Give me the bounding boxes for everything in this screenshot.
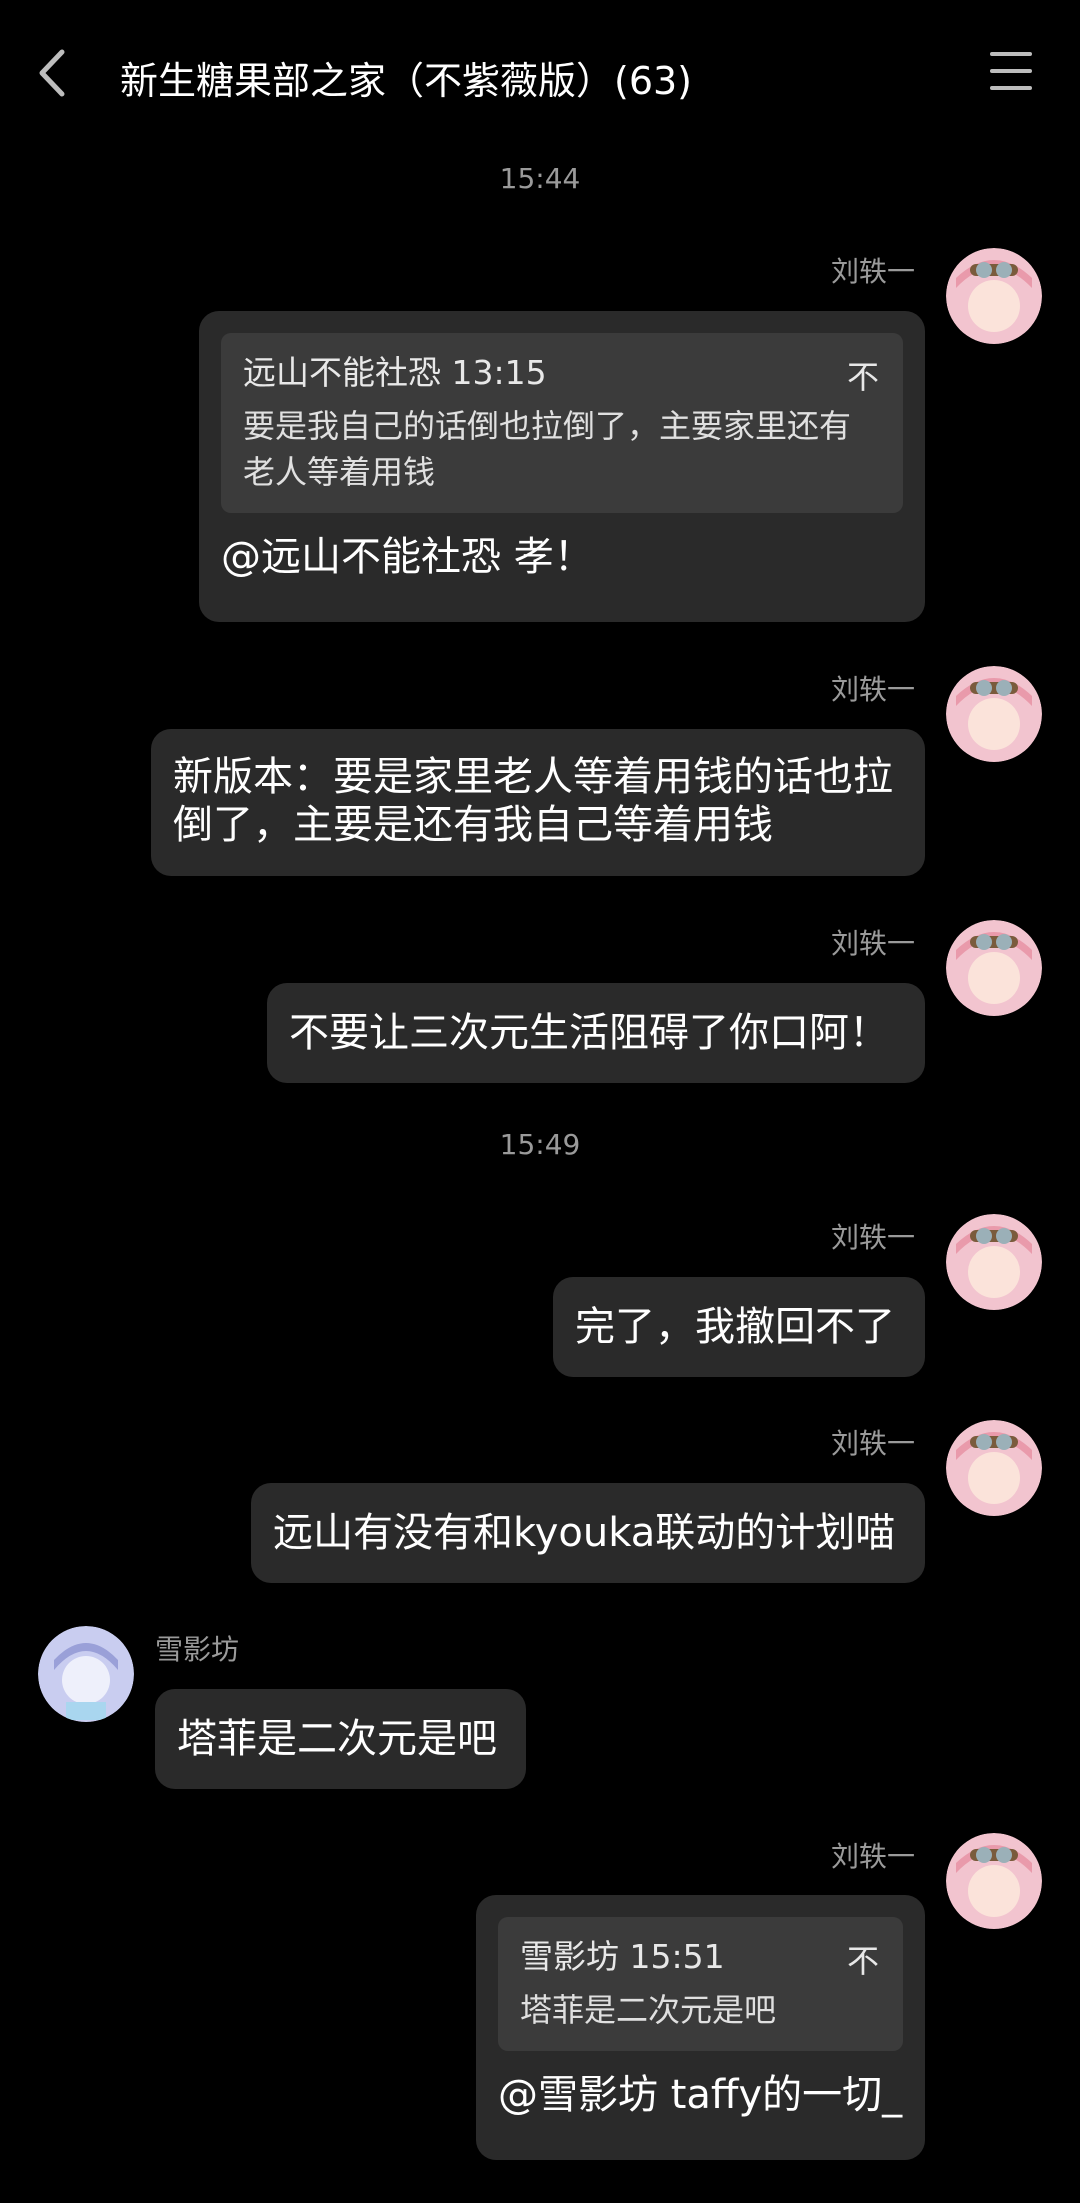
avatar[interactable] <box>946 1420 1042 1516</box>
message-bubble[interactable]: 不要让三次元生活阻碍了你口阿！ <box>267 983 925 1083</box>
sender-name: 刘轶一 <box>830 1840 915 1873</box>
sender-name: 刘轶一 <box>830 255 915 288</box>
menu-icon[interactable] <box>990 52 1032 92</box>
message-bubble[interactable]: 远山有没有和kyouka联动的计划喵 <box>251 1483 925 1583</box>
back-arrow-icon[interactable] <box>28 38 78 108</box>
quoted-message[interactable]: 远山不能社恐 13:15 不 要是我自己的话倒也拉倒了，主要家里还有老人等着用钱 <box>221 333 903 513</box>
quote-header: 远山不能社恐 13:15 <box>243 353 547 392</box>
sender-name: 雪影坊 <box>155 1633 240 1666</box>
avatar[interactable] <box>946 248 1042 344</box>
avatar[interactable] <box>946 920 1042 1016</box>
message-text: 新版本：要是家里老人等着用钱的话也拉倒了，主要是还有我自己等着用钱 <box>173 754 893 848</box>
chat-title: 新生糖果部之家（不紫薇版）(63) <box>120 59 693 103</box>
message-bubble[interactable]: 雪影坊 15:51 不 塔菲是二次元是吧 @雪影坊 taffy的一切_ <box>476 1895 925 2160</box>
message-bubble[interactable]: 远山不能社恐 13:15 不 要是我自己的话倒也拉倒了，主要家里还有老人等着用钱… <box>199 311 925 622</box>
quote-header: 雪影坊 15:51 <box>520 1937 725 1976</box>
avatar[interactable] <box>946 666 1042 762</box>
sender-name: 刘轶一 <box>830 927 915 960</box>
message-text: @雪影坊 taffy的一切_ <box>498 2072 903 2118</box>
message-bubble[interactable]: 塔菲是二次元是吧 <box>155 1689 526 1789</box>
message-bubble[interactable]: 新版本：要是家里老人等着用钱的话也拉倒了，主要是还有我自己等着用钱 <box>151 729 925 876</box>
message-text: @远山不能社恐 孝！ <box>221 534 594 580</box>
message-bubble[interactable]: 完了，我撤回不了 <box>553 1277 925 1377</box>
avatar[interactable] <box>38 1626 134 1722</box>
timestamp: 15:49 <box>499 1128 581 1161</box>
top-bar: 新生糖果部之家（不紫薇版）(63) <box>0 0 1080 150</box>
message-text: 不要让三次元生活阻碍了你口阿！ <box>289 1010 889 1056</box>
quote-close[interactable]: 不 <box>847 1937 879 1985</box>
sender-name: 刘轶一 <box>830 673 915 706</box>
avatar[interactable] <box>946 1214 1042 1310</box>
message-text: 完了，我撤回不了 <box>575 1304 895 1350</box>
quote-text: 要是我自己的话倒也拉倒了，主要家里还有老人等着用钱 <box>243 407 852 491</box>
timestamp: 15:44 <box>499 162 581 195</box>
quote-text: 塔菲是二次元是吧 <box>520 1991 777 2029</box>
avatar[interactable] <box>946 1833 1042 1929</box>
quote-close[interactable]: 不 <box>847 353 879 401</box>
sender-name: 刘轶一 <box>830 1427 915 1460</box>
quoted-message[interactable]: 雪影坊 15:51 不 塔菲是二次元是吧 <box>498 1917 903 2051</box>
message-text: 远山有没有和kyouka联动的计划喵 <box>273 1510 896 1556</box>
message-text: 塔菲是二次元是吧 <box>177 1716 497 1762</box>
sender-name: 刘轶一 <box>830 1221 915 1254</box>
